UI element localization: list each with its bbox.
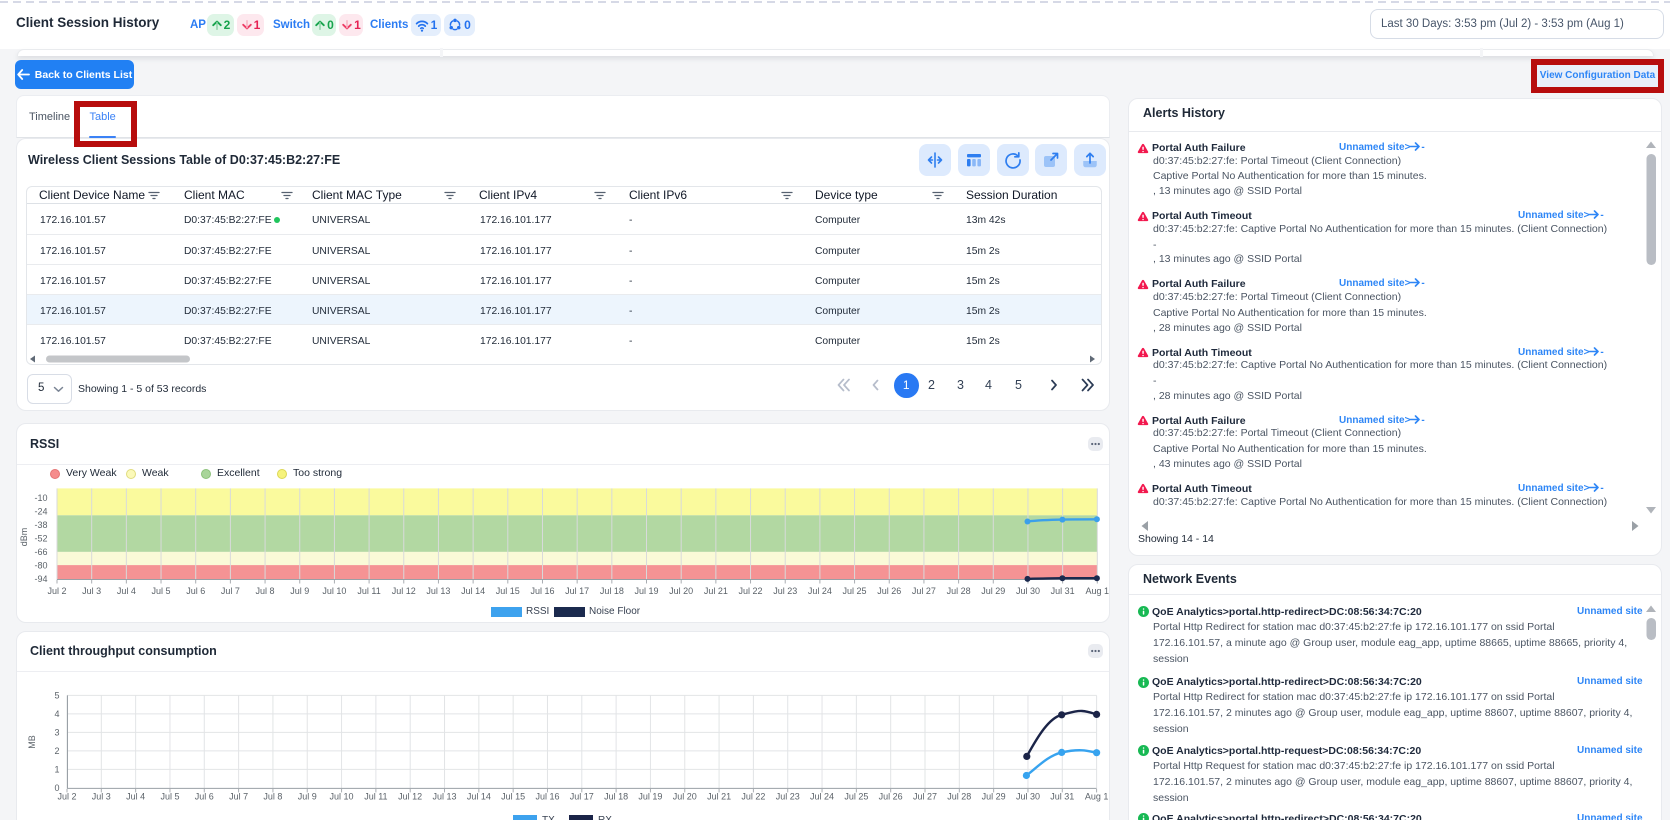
svg-text:Jul 10: Jul 10 (330, 792, 354, 802)
svg-text:Jul 8: Jul 8 (256, 586, 275, 596)
svg-text:Jul 5: Jul 5 (152, 586, 171, 596)
svg-text:Jul 12: Jul 12 (398, 792, 422, 802)
svg-text:Jul 16: Jul 16 (535, 792, 559, 802)
svg-text:Jul 2: Jul 2 (47, 586, 66, 596)
svg-text:Jul 12: Jul 12 (392, 586, 416, 596)
svg-text:Jul 16: Jul 16 (530, 586, 554, 596)
svg-text:Jul 19: Jul 19 (638, 792, 662, 802)
svg-text:Jul 27: Jul 27 (913, 792, 937, 802)
svg-text:dBm: dBm (19, 528, 29, 547)
svg-text:Jul 20: Jul 20 (669, 586, 693, 596)
svg-text:Jul 6: Jul 6 (186, 586, 205, 596)
svg-text:Jul 14: Jul 14 (461, 586, 485, 596)
svg-text:Jul 7: Jul 7 (221, 586, 240, 596)
svg-text:Jul 23: Jul 23 (776, 792, 800, 802)
svg-text:Jul 24: Jul 24 (810, 792, 834, 802)
svg-text:Jul 10: Jul 10 (322, 586, 346, 596)
svg-text:Jul 9: Jul 9 (290, 586, 309, 596)
svg-text:-66: -66 (34, 547, 47, 557)
svg-text:Jul 29: Jul 29 (982, 792, 1006, 802)
svg-text:Jul 27: Jul 27 (912, 586, 936, 596)
svg-text:-38: -38 (34, 520, 47, 530)
svg-text:Jul 23: Jul 23 (773, 586, 797, 596)
svg-text:-94: -94 (34, 574, 47, 584)
svg-text:Jul 13: Jul 13 (426, 586, 450, 596)
svg-text:Jul 25: Jul 25 (844, 792, 868, 802)
svg-text:Jul 28: Jul 28 (947, 586, 971, 596)
svg-text:Jul 8: Jul 8 (263, 792, 282, 802)
svg-text:Jul 21: Jul 21 (704, 586, 728, 596)
svg-text:Jul 25: Jul 25 (843, 586, 867, 596)
svg-text:2: 2 (54, 746, 59, 756)
svg-text:Jul 11: Jul 11 (364, 792, 387, 802)
svg-text:Jul 22: Jul 22 (741, 792, 765, 802)
svg-text:Jul 20: Jul 20 (673, 792, 697, 802)
svg-text:Jul 13: Jul 13 (433, 792, 457, 802)
svg-text:Jul 22: Jul 22 (739, 586, 763, 596)
svg-text:Jul 21: Jul 21 (707, 792, 731, 802)
svg-text:Jul 18: Jul 18 (600, 586, 624, 596)
svg-text:Aug 1: Aug 1 (1085, 792, 1109, 802)
svg-text:-52: -52 (34, 533, 47, 543)
svg-text:-24: -24 (34, 506, 47, 516)
svg-text:-10: -10 (34, 493, 47, 503)
svg-text:Jul 31: Jul 31 (1051, 586, 1075, 596)
svg-text:Jul 24: Jul 24 (808, 586, 832, 596)
svg-text:Jul 26: Jul 26 (877, 586, 901, 596)
svg-text:3: 3 (54, 728, 59, 738)
svg-text:Jul 15: Jul 15 (501, 792, 525, 802)
svg-text:Jul 30: Jul 30 (1016, 586, 1040, 596)
svg-text:Jul 5: Jul 5 (160, 792, 179, 802)
svg-text:Jul 7: Jul 7 (229, 792, 248, 802)
svg-text:Jul 9: Jul 9 (298, 792, 317, 802)
svg-text:1: 1 (54, 765, 59, 775)
svg-text:Jul 15: Jul 15 (496, 586, 520, 596)
svg-text:Jul 26: Jul 26 (879, 792, 903, 802)
svg-text:Jul 6: Jul 6 (195, 792, 214, 802)
svg-text:Jul 2: Jul 2 (57, 792, 76, 802)
svg-text:Jul 30: Jul 30 (1016, 792, 1040, 802)
svg-text:Jul 3: Jul 3 (92, 792, 111, 802)
svg-text:5: 5 (54, 691, 59, 701)
svg-text:Aug 1: Aug 1 (1086, 586, 1110, 596)
svg-text:-80: -80 (34, 560, 47, 570)
svg-text:Jul 31: Jul 31 (1050, 792, 1074, 802)
svg-text:Jul 17: Jul 17 (570, 792, 594, 802)
svg-text:MB: MB (27, 735, 37, 749)
svg-text:Jul 28: Jul 28 (947, 792, 971, 802)
svg-text:Jul 11: Jul 11 (357, 586, 380, 596)
svg-text:Jul 14: Jul 14 (467, 792, 491, 802)
svg-text:Jul 17: Jul 17 (565, 586, 589, 596)
svg-text:Jul 4: Jul 4 (126, 792, 145, 802)
svg-text:Jul 4: Jul 4 (117, 586, 136, 596)
svg-text:4: 4 (54, 709, 59, 719)
svg-text:Jul 3: Jul 3 (82, 586, 101, 596)
svg-text:Jul 29: Jul 29 (981, 586, 1005, 596)
svg-text:Jul 19: Jul 19 (634, 586, 658, 596)
svg-text:Jul 18: Jul 18 (604, 792, 628, 802)
